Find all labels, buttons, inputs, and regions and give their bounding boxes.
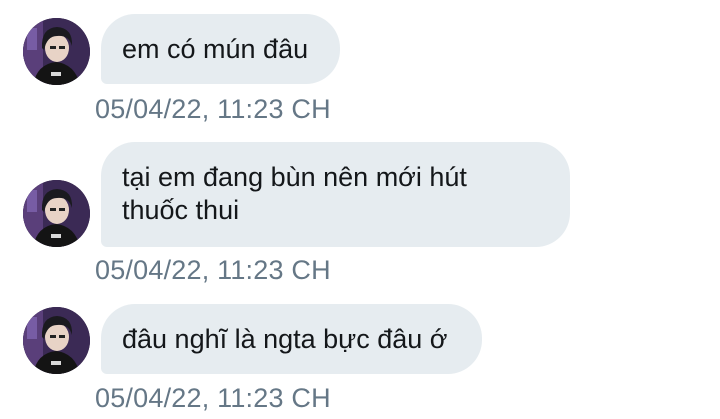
message-bubble[interactable]: em có mún đâu [101, 14, 340, 84]
avatar-image [23, 18, 90, 85]
message-bubble[interactable]: đâu nghĩ là ngta bực đâu ớ [101, 304, 482, 374]
avatar[interactable] [23, 18, 90, 85]
message-timestamp: 05/04/22, 11:23 CH [95, 383, 331, 413]
avatar-image [23, 307, 90, 374]
avatar[interactable] [23, 307, 90, 374]
avatar[interactable] [23, 180, 90, 247]
message-item: tại em đang bùn nên mới hút thuốc thui 0… [0, 130, 720, 290]
message-item: đâu nghĩ là ngta bực đâu ớ 05/04/22, 11:… [0, 290, 720, 419]
avatar-image [23, 180, 90, 247]
message-timestamp: 05/04/22, 11:23 CH [95, 255, 331, 285]
message-bubble[interactable]: tại em đang bùn nên mới hút thuốc thui [101, 142, 570, 247]
message-item: em có mún đâu 05/04/22, 11:23 CH [0, 0, 720, 130]
message-timestamp: 05/04/22, 11:23 CH [95, 94, 331, 124]
